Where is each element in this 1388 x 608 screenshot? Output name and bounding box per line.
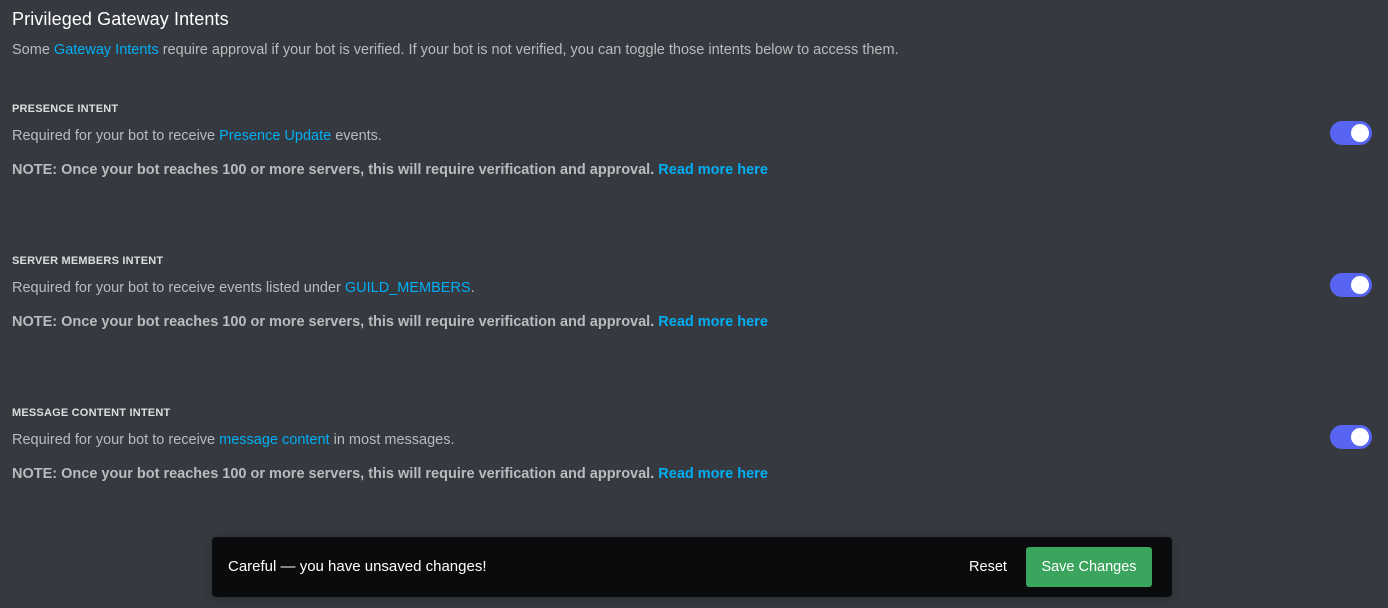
presence-intent-read-more-link[interactable]: Read more here [658, 162, 768, 178]
server-members-intent-note: NOTE: Once your bot reaches 100 or more … [12, 314, 768, 330]
message-content-intent-note-text: NOTE: Once your bot reaches 100 or more … [12, 466, 659, 482]
server-members-intent-note-text: NOTE: Once your bot reaches 100 or more … [12, 314, 659, 330]
presence-intent-note-text: NOTE: Once your bot reaches 100 or more … [12, 162, 659, 178]
presence-update-link[interactable]: Presence Update [219, 128, 331, 144]
message-content-intent-desc-suffix: in most messages. [329, 432, 455, 448]
message-content-intent-desc-prefix: Required for your bot to receive [12, 432, 220, 448]
message-content-intent-note: NOTE: Once your bot reaches 100 or more … [12, 466, 768, 482]
message-content-intent-description: Required for your bot to receive message… [12, 432, 455, 448]
presence-intent-note: NOTE: Once your bot reaches 100 or more … [12, 162, 768, 178]
guild-members-link[interactable]: GUILD_MEMBERS [345, 280, 471, 296]
server-members-intent-desc-prefix: Required for your bot to receive events … [12, 280, 345, 296]
presence-intent-toggle-knob [1351, 124, 1369, 142]
presence-intent-desc-prefix: Required for your bot to receive [12, 128, 220, 144]
reset-button[interactable]: Reset [956, 547, 1020, 587]
message-content-link[interactable]: message content [219, 432, 329, 448]
server-members-intent-desc-suffix: . [470, 280, 475, 296]
presence-intent-desc-suffix: events. [331, 128, 382, 144]
gateway-intents-link[interactable]: Gateway Intents [54, 42, 159, 58]
server-members-intent-section: SERVER MEMBERS INTENT Required for your … [12, 255, 1372, 345]
presence-intent-toggle[interactable] [1330, 121, 1372, 145]
server-members-intent-description: Required for your bot to receive events … [12, 280, 475, 296]
save-changes-button[interactable]: Save Changes [1026, 547, 1152, 587]
server-members-intent-title: SERVER MEMBERS INTENT [12, 255, 164, 267]
server-members-intent-toggle[interactable] [1330, 273, 1372, 297]
presence-intent-description: Required for your bot to receive Presenc… [12, 128, 382, 144]
message-content-intent-toggle-knob [1351, 428, 1369, 446]
unsaved-changes-bar: Careful — you have unsaved changes! Rese… [212, 537, 1172, 597]
unsaved-changes-message: Careful — you have unsaved changes! [228, 558, 487, 575]
server-members-intent-toggle-knob [1351, 276, 1369, 294]
presence-intent-title: PRESENCE INTENT [12, 103, 119, 115]
presence-intent-section: PRESENCE INTENT Required for your bot to… [12, 103, 1372, 193]
message-content-intent-title: MESSAGE CONTENT INTENT [12, 407, 171, 419]
page-title: Privileged Gateway Intents [12, 9, 229, 29]
page-description-prefix: Some [12, 42, 54, 58]
message-content-intent-toggle[interactable] [1330, 425, 1372, 449]
page-description-suffix: require approval if your bot is verified… [158, 42, 899, 58]
server-members-intent-read-more-link[interactable]: Read more here [658, 314, 768, 330]
page-description: Some Gateway Intents require approval if… [12, 42, 899, 58]
message-content-intent-section: MESSAGE CONTENT INTENT Required for your… [12, 407, 1372, 497]
message-content-intent-read-more-link[interactable]: Read more here [658, 466, 768, 482]
